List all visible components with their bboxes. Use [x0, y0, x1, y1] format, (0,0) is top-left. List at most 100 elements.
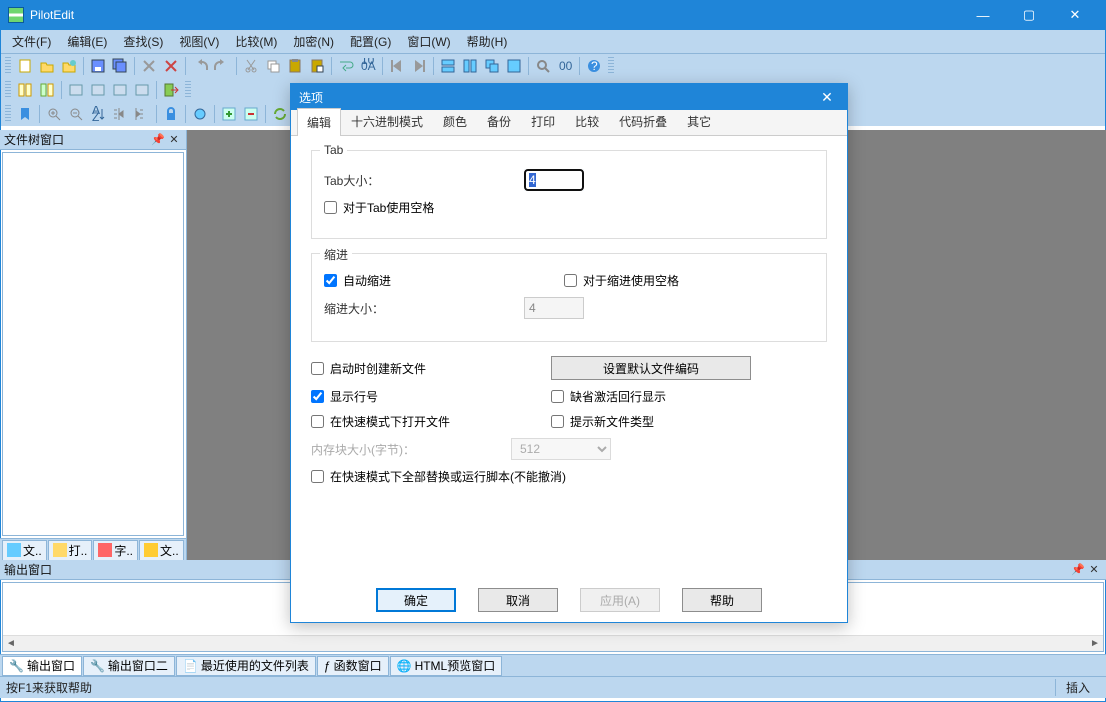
auto-indent-checkbox[interactable]: 自动缩进 — [324, 272, 524, 289]
window-list-icon[interactable] — [503, 55, 525, 77]
dialog-title: 选项 — [299, 89, 815, 106]
tab-backup[interactable]: 备份 — [477, 107, 521, 135]
sort-icon[interactable]: AZ — [87, 103, 109, 125]
btab-functions[interactable]: ƒ函数窗口 — [317, 656, 389, 676]
cut-icon[interactable] — [240, 55, 262, 77]
cancel-button[interactable]: 取消 — [478, 588, 558, 612]
tab-hex[interactable]: 十六进制模式 — [341, 107, 433, 135]
btab-recent[interactable]: 📄最近使用的文件列表 — [176, 656, 316, 676]
tab-size-input[interactable] — [524, 169, 584, 191]
btab-output2[interactable]: 🔧输出窗口二 — [83, 656, 175, 676]
menu-file[interactable]: 文件(F) — [6, 30, 57, 53]
left-tab-0[interactable]: 文.. — [2, 540, 47, 560]
menu-compare[interactable]: 比较(M) — [229, 30, 283, 53]
first-icon[interactable] — [386, 55, 408, 77]
open-ftp-icon[interactable] — [58, 55, 80, 77]
copy-icon[interactable] — [262, 55, 284, 77]
default-encoding-button[interactable]: 设置默认文件编码 — [551, 356, 751, 380]
create-new-on-start-checkbox[interactable]: 启动时创建新文件 — [311, 360, 511, 377]
outdent-icon[interactable] — [131, 103, 153, 125]
close-all-icon[interactable] — [160, 55, 182, 77]
record-macro-icon[interactable] — [189, 103, 211, 125]
hex-icon[interactable]: 0A10 — [357, 55, 379, 77]
menu-edit[interactable]: 编辑(E) — [61, 30, 113, 53]
menu-find[interactable]: 查找(S) — [117, 30, 169, 53]
save-all-icon[interactable] — [109, 55, 131, 77]
pin-icon[interactable]: 📌 — [150, 132, 166, 148]
redo-icon[interactable] — [211, 55, 233, 77]
maximize-button[interactable]: ▢ — [1006, 0, 1052, 30]
svg-text:10: 10 — [361, 58, 375, 67]
zoom-out-icon[interactable] — [65, 103, 87, 125]
menu-window[interactable]: 窗口(W) — [401, 30, 456, 53]
find-icon[interactable] — [532, 55, 554, 77]
diff-files-icon[interactable] — [14, 79, 36, 101]
save-icon[interactable] — [87, 55, 109, 77]
paste-special-icon[interactable] — [306, 55, 328, 77]
new-file-icon[interactable] — [14, 55, 36, 77]
detect-filetype-checkbox[interactable]: 提示新文件类型 — [551, 413, 654, 430]
left-tab-2[interactable]: 字.. — [93, 540, 138, 560]
wrap-toggle-icon[interactable] — [335, 55, 357, 77]
zoom-in-icon[interactable] — [43, 103, 65, 125]
title-bar: PilotEdit ― ▢ ✕ — [0, 0, 1106, 30]
show-line-numbers-checkbox[interactable]: 显示行号 — [311, 388, 511, 405]
add-item-icon[interactable] — [218, 103, 240, 125]
merge-right-icon[interactable] — [87, 79, 109, 101]
indent-icon[interactable] — [109, 103, 131, 125]
menu-encrypt[interactable]: 加密(N) — [287, 30, 340, 53]
help-button[interactable]: 帮助 — [682, 588, 762, 612]
merge-all-icon[interactable] — [131, 79, 153, 101]
paste-icon[interactable] — [284, 55, 306, 77]
btab-html[interactable]: 🌐HTML预览窗口 — [390, 656, 503, 676]
close-doc-icon[interactable] — [138, 55, 160, 77]
bookmark-icon[interactable] — [14, 103, 36, 125]
menu-config[interactable]: 配置(G) — [344, 30, 397, 53]
tab-fold[interactable]: 代码折叠 — [609, 107, 677, 135]
menu-help[interactable]: 帮助(H) — [461, 30, 514, 53]
file-tree-body[interactable] — [2, 152, 184, 536]
merge-left-icon[interactable] — [65, 79, 87, 101]
undo-icon[interactable] — [189, 55, 211, 77]
remove-item-icon[interactable] — [240, 103, 262, 125]
btab-output[interactable]: 🔧输出窗口 — [2, 656, 82, 676]
minimize-button[interactable]: ― — [960, 0, 1006, 30]
output-scrollbar[interactable]: ◄ ► — [3, 635, 1103, 651]
close-panel-icon[interactable]: ✕ — [166, 132, 182, 148]
dialog-close-icon[interactable]: ✕ — [815, 85, 839, 109]
apply-button: 应用(A) — [580, 588, 660, 612]
tab-color[interactable]: 颜色 — [433, 107, 477, 135]
goto-icon[interactable]: 00 — [554, 55, 576, 77]
fast-replace-checkbox[interactable]: 在快速模式下全部替换或运行脚本(不能撤消) — [311, 468, 566, 485]
tab-other[interactable]: 其它 — [677, 107, 721, 135]
diff-folders-icon[interactable] — [36, 79, 58, 101]
tab-use-spaces-checkbox[interactable]: 对于Tab使用空格 — [324, 199, 434, 216]
refresh-icon[interactable] — [269, 103, 291, 125]
cascade-icon[interactable] — [481, 55, 503, 77]
tab-compare[interactable]: 比较 — [565, 107, 609, 135]
tile-v-icon[interactable] — [459, 55, 481, 77]
tab-print[interactable]: 打印 — [521, 107, 565, 135]
close-button[interactable]: ✕ — [1052, 0, 1098, 30]
default-wrap-checkbox[interactable]: 缺省激活回行显示 — [551, 388, 666, 405]
help-icon[interactable]: ? — [583, 55, 605, 77]
scroll-right-icon[interactable]: ► — [1087, 636, 1103, 652]
tile-h-icon[interactable] — [437, 55, 459, 77]
output-close-icon[interactable]: ✕ — [1086, 562, 1102, 578]
last-icon[interactable] — [408, 55, 430, 77]
indent-use-spaces-checkbox[interactable]: 对于缩进使用空格 — [564, 272, 679, 289]
output-pin-icon[interactable]: 📌 — [1070, 562, 1086, 578]
merge-both-icon[interactable] — [109, 79, 131, 101]
encrypt-icon[interactable] — [160, 103, 182, 125]
open-folder-icon[interactable] — [36, 55, 58, 77]
left-tab-1[interactable]: 打.. — [48, 540, 93, 560]
fx-icon: ƒ — [324, 659, 331, 673]
fast-mode-open-checkbox[interactable]: 在快速模式下打开文件 — [311, 413, 511, 430]
left-tab-3[interactable]: 文.. — [139, 540, 184, 560]
ok-button[interactable]: 确定 — [376, 588, 456, 612]
scroll-left-icon[interactable]: ◄ — [3, 636, 19, 652]
menu-view[interactable]: 视图(V) — [173, 30, 225, 53]
app-icon — [8, 7, 24, 23]
tab-edit[interactable]: 编辑 — [297, 108, 341, 136]
exit-diff-icon[interactable] — [160, 79, 182, 101]
